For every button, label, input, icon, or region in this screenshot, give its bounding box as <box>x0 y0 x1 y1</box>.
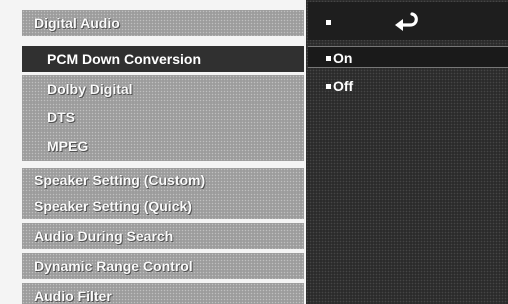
option-label: Off <box>333 78 354 94</box>
menu-item-audio-filter[interactable]: Audio Filter <box>22 283 304 304</box>
menu-item-digital-audio[interactable]: Digital Audio <box>22 10 304 36</box>
menu-item-pcm-down-conversion[interactable]: PCM Down Conversion <box>22 46 304 72</box>
settings-menu: Digital Audio PCM Down Conversion Dolby … <box>22 0 304 304</box>
menu-item-dts[interactable]: DTS <box>22 103 304 131</box>
audio-settings-screen: Digital Audio PCM Down Conversion Dolby … <box>0 0 508 304</box>
menu-item-mpeg[interactable]: MPEG <box>22 131 304 161</box>
option-label: On <box>333 50 353 66</box>
menu-item-speaker-setting-quick[interactable]: Speaker Setting (Quick) <box>22 193 304 219</box>
menu-item-label: PCM Down Conversion <box>47 51 202 67</box>
menu-item-label: Audio Filter <box>34 288 112 304</box>
menu-item-label: DTS <box>47 109 75 125</box>
bullet-icon <box>326 56 331 61</box>
menu-item-audio-during-search[interactable]: Audio During Search <box>22 223 304 249</box>
menu-item-dynamic-range-control[interactable]: Dynamic Range Control <box>22 253 304 279</box>
menu-item-label: Audio During Search <box>34 228 174 244</box>
menu-item-label: Dynamic Range Control <box>34 258 193 274</box>
return-arrow-icon[interactable] <box>392 10 420 32</box>
options-panel: On Off <box>306 0 508 304</box>
menu-item-label: Speaker Setting (Quick) <box>34 198 192 214</box>
menu-item-label: Speaker Setting (Custom) <box>34 172 206 188</box>
bullet-icon <box>326 20 331 25</box>
options-header <box>308 2 508 40</box>
menu-item-dolby-digital[interactable]: Dolby Digital <box>22 75 304 103</box>
menu-item-label: MPEG <box>47 138 89 154</box>
option-off[interactable]: Off <box>308 75 508 97</box>
menu-item-label: Dolby Digital <box>47 81 133 97</box>
menu-item-label: Digital Audio <box>34 15 120 31</box>
menu-item-speaker-setting-custom[interactable]: Speaker Setting (Custom) <box>22 168 304 193</box>
bullet-icon <box>326 84 331 89</box>
option-on[interactable]: On <box>308 46 508 68</box>
